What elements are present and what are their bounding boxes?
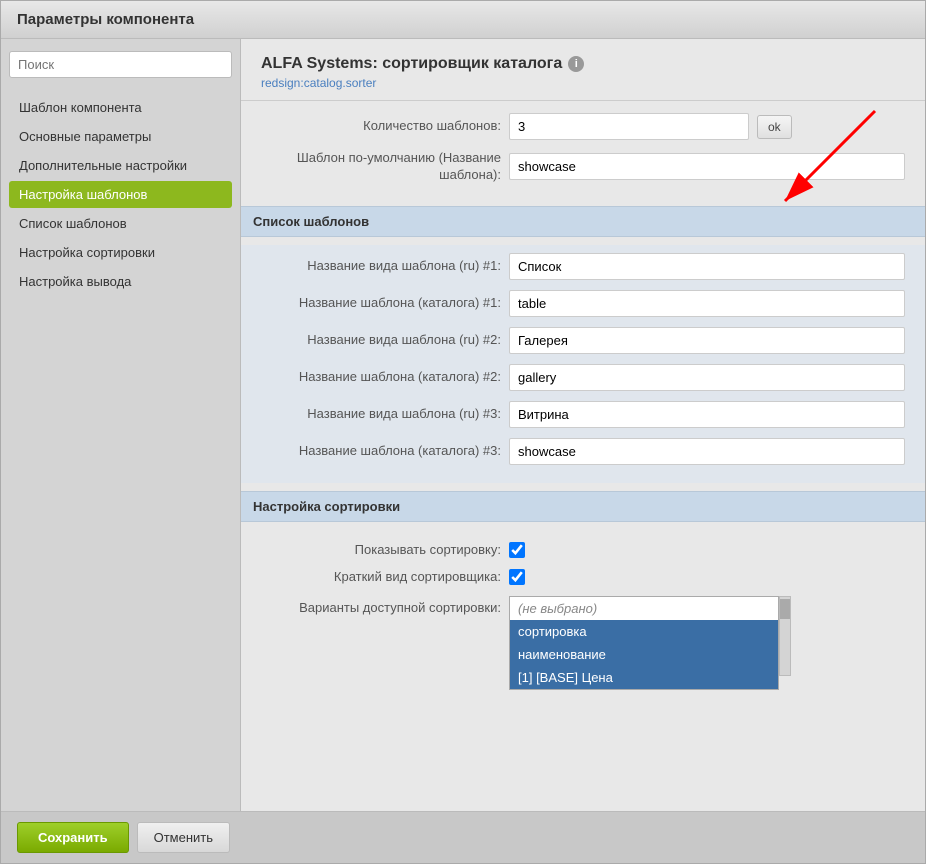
footer: Сохранить Отменить (1, 811, 925, 863)
dropdown-item-sorting[interactable]: сортировка (510, 620, 778, 643)
search-input[interactable] (9, 51, 232, 78)
brief-view-checkbox[interactable] (509, 569, 525, 585)
dropdown-container: (не выбрано) сортировка наименование [1]… (509, 596, 791, 690)
template-view-name-2-row: Название вида шаблона (ru) #2: (261, 327, 905, 354)
dropdown-item-naming[interactable]: наименование (510, 643, 778, 666)
template-count-section: Количество шаблонов: ok Шаблон по-умолча… (241, 101, 925, 206)
sidebar: Шаблон компонента Основные параметры Доп… (1, 39, 241, 811)
template-view-name-3-label: Название вида шаблона (ru) #3: (261, 406, 501, 423)
dropdown-scrollbar[interactable] (779, 596, 791, 676)
sidebar-item-output-settings[interactable]: Настройка вывода (9, 268, 232, 295)
templates-list-section: Название вида шаблона (ru) #1: Название … (241, 245, 925, 483)
dropdown-item-price[interactable]: [1] [BASE] Цена (510, 666, 778, 689)
sorting-section-header: Настройка сортировки (241, 491, 925, 522)
content-title: ALFA Systems: сортировщик каталога i (261, 55, 905, 73)
content-area: ALFA Systems: сортировщик каталога i red… (241, 39, 925, 811)
show-sorting-label: Показывать сортировку: (261, 542, 501, 559)
variants-row: Варианты доступной сортировки: (не выбра… (261, 596, 905, 690)
template-view-name-1-label: Название вида шаблона (ru) #1: (261, 258, 501, 275)
template-view-name-3-row: Название вида шаблона (ru) #3: (261, 401, 905, 428)
info-icon[interactable]: i (568, 56, 584, 72)
template-name-2-input[interactable] (509, 364, 905, 391)
title-bar: Параметры компонента (1, 1, 925, 39)
dropdown-list[interactable]: (не выбрано) сортировка наименование [1]… (509, 596, 779, 690)
sidebar-item-template-settings[interactable]: Настройка шаблонов (9, 181, 232, 208)
template-view-name-2-label: Название вида шаблона (ru) #2: (261, 332, 501, 349)
template-view-name-3-input[interactable] (509, 401, 905, 428)
sidebar-item-template[interactable]: Шаблон компонента (9, 94, 232, 121)
main-window: Параметры компонента Шаблон компонента О… (0, 0, 926, 864)
show-sorting-checkbox[interactable] (509, 542, 525, 558)
template-count-row: Количество шаблонов: ok (261, 113, 905, 140)
brief-view-label: Краткий вид сортировщика: (261, 569, 501, 586)
cancel-button[interactable]: Отменить (137, 822, 230, 853)
template-name-1-input[interactable] (509, 290, 905, 317)
template-view-name-1-row: Название вида шаблона (ru) #1: (261, 253, 905, 280)
template-name-2-row: Название шаблона (каталога) #2: (261, 364, 905, 391)
default-template-input[interactable] (509, 153, 905, 180)
dropdown-scroll-thumb (780, 599, 790, 619)
default-template-row: Шаблон по-умолчанию (Название шаблона): (261, 150, 905, 184)
template-name-1-label: Название шаблона (каталога) #1: (261, 295, 501, 312)
content-subtitle: redsign:catalog.sorter (261, 76, 905, 90)
templates-list-header: Список шаблонов (241, 206, 925, 237)
template-name-3-label: Название шаблона (каталога) #3: (261, 443, 501, 460)
show-sorting-row: Показывать сортировку: (261, 542, 905, 559)
template-name-1-row: Название шаблона (каталога) #1: (261, 290, 905, 317)
sidebar-item-basic[interactable]: Основные параметры (9, 123, 232, 150)
ok-button[interactable]: ok (757, 115, 792, 139)
window-title: Параметры компонента (17, 11, 194, 28)
template-view-name-2-input[interactable] (509, 327, 905, 354)
template-name-3-row: Название шаблона (каталога) #3: (261, 438, 905, 465)
default-template-label: Шаблон по-умолчанию (Название шаблона): (261, 150, 501, 184)
template-name-2-label: Название шаблона (каталога) #2: (261, 369, 501, 386)
sidebar-item-advanced[interactable]: Дополнительные настройки (9, 152, 232, 179)
main-layout: Шаблон компонента Основные параметры Доп… (1, 39, 925, 811)
bottom-spacer (241, 712, 925, 772)
sidebar-item-template-list[interactable]: Список шаблонов (9, 210, 232, 237)
template-name-3-input[interactable] (509, 438, 905, 465)
dropdown-item-placeholder[interactable]: (не выбрано) (510, 597, 778, 620)
template-count-input[interactable] (509, 113, 749, 140)
sidebar-item-sort-settings[interactable]: Настройка сортировки (9, 239, 232, 266)
content-body[interactable]: Количество шаблонов: ok Шаблон по-умолча… (241, 101, 925, 811)
template-view-name-1-input[interactable] (509, 253, 905, 280)
brief-view-row: Краткий вид сортировщика: (261, 569, 905, 586)
save-button[interactable]: Сохранить (17, 822, 129, 853)
template-count-label: Количество шаблонов: (261, 118, 501, 135)
variants-label: Варианты доступной сортировки: (261, 596, 501, 617)
sorting-section: Показывать сортировку: Краткий вид сорти… (241, 530, 925, 712)
content-header: ALFA Systems: сортировщик каталога i red… (241, 39, 925, 101)
